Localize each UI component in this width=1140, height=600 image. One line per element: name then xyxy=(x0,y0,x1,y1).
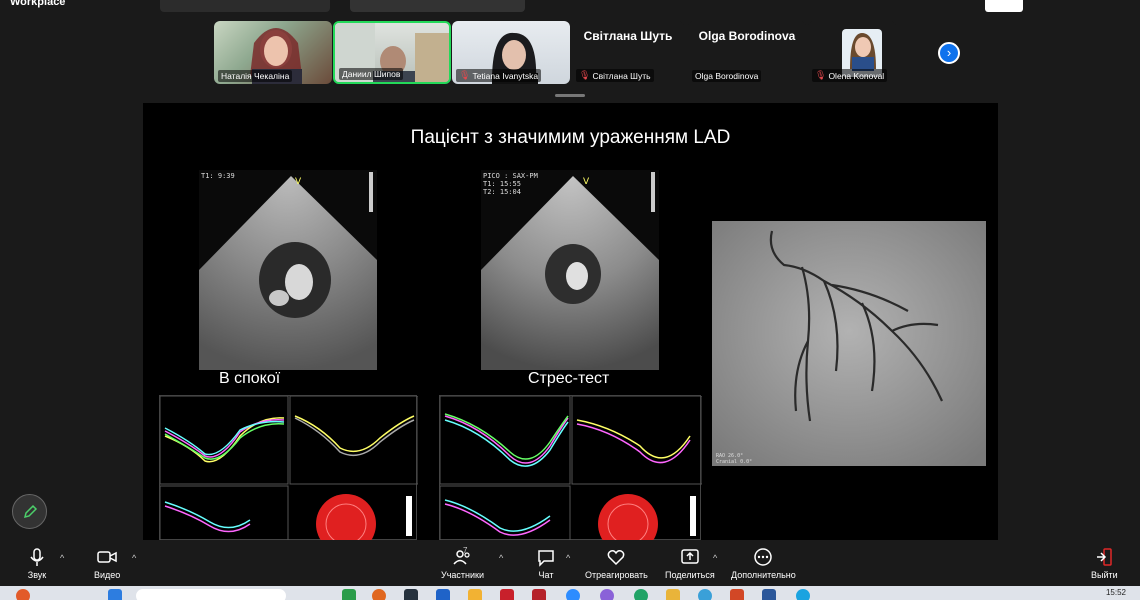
taskbar-app-icon[interactable] xyxy=(16,589,30,600)
participant-name: 🎙︎ Tetiana Ivanytska xyxy=(456,69,542,82)
slide-title: Пацієнт з значимим ураженням LAD xyxy=(410,127,731,148)
strain-graphs-stress xyxy=(439,395,703,540)
participant-name: 🎙︎ Olena Konoval xyxy=(812,69,888,82)
taskbar-app-icon[interactable] xyxy=(566,589,580,600)
participant-tile-active[interactable]: Даниил Шипов xyxy=(333,21,451,84)
echo-overlay-text: PICO : SAX-PM T1: 15:55 T2: 15:04 xyxy=(483,172,538,196)
taskbar-search-box[interactable] xyxy=(136,589,286,600)
echo-stress-caption: Стрес-тест xyxy=(528,370,610,387)
mic-off-icon: 🎙︎ xyxy=(815,70,827,80)
taskbar-app-icon[interactable] xyxy=(666,589,680,600)
meeting-toolbar: Звук ^ Видео ^ 7 Участники ^ Чат ^ Отреа… xyxy=(0,543,1140,586)
strip-next-arrow-icon[interactable]: › xyxy=(938,42,960,64)
echo-rest-image: V T1: 9:39 xyxy=(199,170,377,370)
window-tab[interactable] xyxy=(350,0,525,12)
shared-screen: Пацієнт з значимим ураженням LAD V T1: 9… xyxy=(143,103,998,540)
video-options-caret-icon[interactable]: ^ xyxy=(132,553,136,563)
taskbar-app-icon[interactable] xyxy=(796,589,810,600)
participants-count: 7 xyxy=(463,546,468,555)
window-button[interactable] xyxy=(985,0,1023,12)
echo-rest-caption: В спокої xyxy=(219,370,281,387)
svg-text:V: V xyxy=(583,177,590,187)
echo-overlay-text: T1: 9:39 xyxy=(201,172,235,180)
svg-text:V: V xyxy=(295,177,302,187)
more-button[interactable]: Дополнительно xyxy=(731,547,796,580)
audio-button[interactable]: Звук xyxy=(27,547,47,580)
taskbar-app-icon[interactable] xyxy=(342,589,356,600)
strip-resize-handle[interactable] xyxy=(555,94,585,97)
taskbar-app-icon[interactable] xyxy=(762,589,776,600)
strain-graphs-rest xyxy=(159,395,419,540)
os-taskbar: 15:52 xyxy=(0,586,1140,600)
echo-stress-image: V PICO : SAX-PM T1: 15:55 T2: 15:04 xyxy=(481,170,659,370)
mic-off-icon: 🎙︎ xyxy=(579,70,591,80)
participant-tile[interactable]: 🎙︎ Tetiana Ivanytska xyxy=(452,21,570,84)
taskbar-app-icon[interactable] xyxy=(404,589,418,600)
mic-off-icon: 🎙︎ xyxy=(459,70,471,80)
participant-tile[interactable]: 🎙︎ Olena Konoval xyxy=(808,21,896,84)
taskbar-app-icon[interactable] xyxy=(532,589,546,600)
participant-tile[interactable]: Світлана Шуть 🎙︎ Світлана Шуть xyxy=(572,21,684,84)
leave-button[interactable]: Выйти xyxy=(1091,547,1118,580)
pencil-icon xyxy=(23,504,37,518)
chat-button[interactable]: Чат xyxy=(536,547,556,580)
taskbar-app-icon[interactable] xyxy=(468,589,482,600)
chat-options-caret-icon[interactable]: ^ xyxy=(566,553,570,563)
taskbar-app-icon[interactable] xyxy=(600,589,614,600)
taskbar-app-icon[interactable] xyxy=(372,589,386,600)
window-tab[interactable] xyxy=(160,0,330,12)
participant-tile[interactable]: Наталія Чекаліна xyxy=(214,21,332,84)
share-screen-button[interactable]: Поделиться xyxy=(665,547,715,580)
participant-strip: Наталія Чекаліна Даниил Шипов 🎙︎ Tetiana … xyxy=(0,16,1140,98)
participant-name: Даниил Шипов xyxy=(339,68,404,80)
taskbar-app-icon[interactable] xyxy=(730,589,744,600)
svg-text:Cranial 0.0°: Cranial 0.0° xyxy=(716,459,752,465)
heart-icon xyxy=(607,550,625,566)
chat-bubble-icon xyxy=(538,550,554,567)
annotate-pencil-button[interactable] xyxy=(12,494,47,529)
audio-options-caret-icon[interactable]: ^ xyxy=(60,553,64,563)
taskbar-app-icon[interactable] xyxy=(436,589,450,600)
video-camera-icon xyxy=(97,551,117,563)
taskbar-app-icon[interactable] xyxy=(500,589,514,600)
leave-door-icon xyxy=(1097,548,1113,566)
taskbar-app-icon[interactable] xyxy=(634,589,648,600)
participants-options-caret-icon[interactable]: ^ xyxy=(499,553,503,563)
more-dots-icon xyxy=(754,548,773,566)
share-options-caret-icon[interactable]: ^ xyxy=(713,553,717,563)
video-button[interactable]: Видео xyxy=(94,547,120,580)
participants-button[interactable]: 7 Участники xyxy=(441,546,484,580)
microphone-icon xyxy=(30,548,44,566)
taskbar-app-icon[interactable] xyxy=(698,589,712,600)
title-bar: Workplace xyxy=(0,0,1140,16)
participant-name: 🎙︎ Світлана Шуть xyxy=(576,69,654,82)
react-button[interactable]: Отреагировать xyxy=(585,547,648,580)
participant-name: Наталія Чекаліна xyxy=(218,70,293,82)
participant-display-name: Світлана Шуть xyxy=(583,29,673,43)
app-name: Workplace xyxy=(10,0,66,8)
participant-name: Olga Borodinova xyxy=(692,70,762,82)
taskbar-clock[interactable]: 15:52 xyxy=(1106,588,1126,597)
angiogram-image: RAO 26.0° Cranial 0.0° xyxy=(712,221,986,466)
participant-display-name: Olga Borodinova xyxy=(698,29,796,43)
windows-start-icon[interactable] xyxy=(108,589,122,600)
share-screen-icon xyxy=(681,549,699,564)
participant-tile[interactable]: Olga Borodinova Olga Borodinova xyxy=(688,21,806,84)
